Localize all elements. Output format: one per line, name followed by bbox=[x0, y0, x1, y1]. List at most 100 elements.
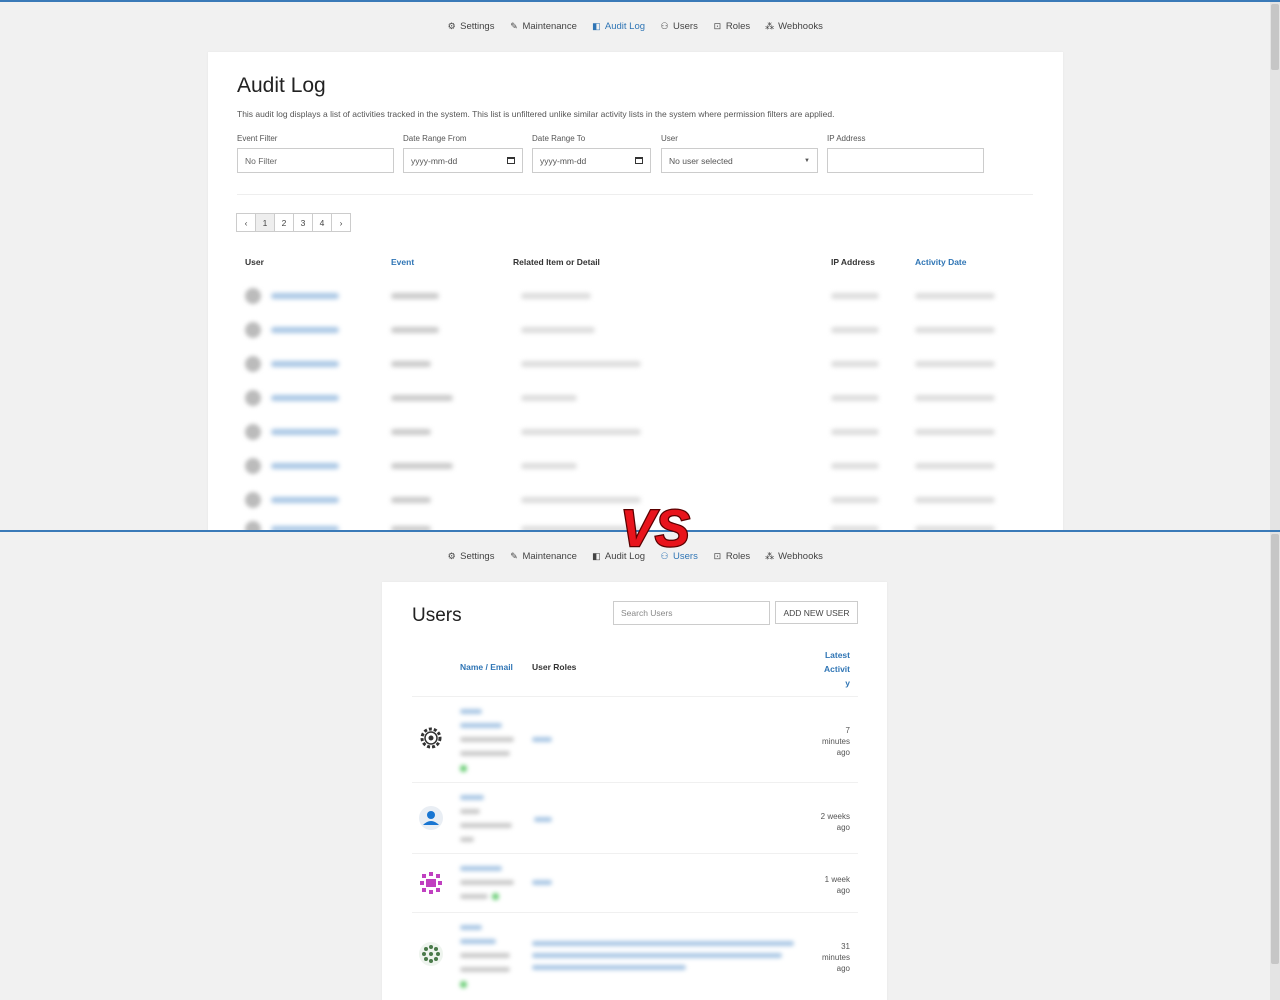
caret-down-icon: ▼ bbox=[804, 157, 810, 164]
users-scrollbar[interactable] bbox=[1270, 532, 1280, 1000]
user-row: 7 minutes ago bbox=[412, 696, 858, 782]
online-indicator bbox=[492, 893, 499, 900]
redacted-name[interactable] bbox=[460, 795, 484, 800]
book-icon: ◧ bbox=[592, 551, 601, 561]
page-title: Users bbox=[412, 605, 462, 626]
redacted-ip bbox=[831, 429, 879, 435]
redacted-detail bbox=[521, 395, 577, 401]
date-from-input[interactable]: yyyy-mm-dd bbox=[403, 148, 523, 173]
search-users-input[interactable]: Search Users bbox=[613, 601, 770, 625]
redacted-email bbox=[460, 809, 480, 814]
redacted-roles[interactable] bbox=[532, 965, 686, 970]
users-scrollbar-thumb[interactable] bbox=[1271, 534, 1279, 964]
pager-next[interactable]: › bbox=[331, 213, 351, 232]
redacted-detail bbox=[521, 327, 595, 333]
avatar bbox=[245, 492, 261, 508]
pagination: ‹ 1 2 3 4 › bbox=[236, 213, 351, 232]
redacted-user-link[interactable] bbox=[271, 497, 339, 503]
lock-icon: ⊡ bbox=[713, 21, 722, 31]
redacted-user-link[interactable] bbox=[271, 395, 339, 401]
redacted-email bbox=[460, 880, 514, 885]
ip-address-input[interactable] bbox=[827, 148, 984, 173]
nav-audit-log[interactable]: ◧ Audit Log bbox=[592, 21, 645, 32]
latest-activity: 31 minutes ago bbox=[821, 942, 850, 973]
nav-roles[interactable]: ⊡ Roles bbox=[713, 21, 751, 32]
redacted-event bbox=[391, 293, 439, 299]
pager-prev[interactable]: ‹ bbox=[236, 213, 256, 232]
add-new-user-button[interactable]: ADD NEW USER bbox=[775, 601, 858, 624]
user-select[interactable]: No user selected ▼ bbox=[661, 148, 818, 173]
redacted-role[interactable] bbox=[532, 880, 552, 885]
nav-roles[interactable]: ⊡ Roles bbox=[713, 551, 751, 562]
redacted-name[interactable] bbox=[460, 939, 496, 944]
ip-filter: IP Address bbox=[827, 134, 984, 173]
redacted-date bbox=[915, 497, 995, 503]
col-detail: Related Item or Detail bbox=[513, 257, 600, 267]
nav-maintenance[interactable]: ✎ Maintenance bbox=[509, 551, 577, 562]
redacted-email bbox=[460, 751, 510, 756]
redacted-email bbox=[460, 953, 510, 958]
redacted-ip bbox=[831, 361, 879, 367]
date-to-input[interactable]: yyyy-mm-dd bbox=[532, 148, 651, 173]
redacted-user-link[interactable] bbox=[271, 463, 339, 469]
redacted-user-link[interactable] bbox=[271, 429, 339, 435]
vs-badge: VS bbox=[619, 499, 691, 556]
latest-activity: 7 minutes ago bbox=[821, 726, 850, 757]
gear-avatar-icon bbox=[418, 725, 444, 751]
nav-webhooks[interactable]: ⁂ Webhooks bbox=[765, 551, 823, 562]
col-event[interactable]: Event bbox=[391, 257, 414, 267]
webhook-icon: ⁂ bbox=[765, 551, 775, 561]
redacted-user-link[interactable] bbox=[271, 361, 339, 367]
nav-webhooks[interactable]: ⁂ Webhooks bbox=[765, 21, 823, 32]
nav-settings[interactable]: ⚙ Settings bbox=[447, 551, 495, 562]
nav-settings[interactable]: ⚙ Settings bbox=[447, 21, 495, 32]
event-filter-input[interactable]: No Filter bbox=[237, 148, 394, 173]
avatar bbox=[245, 356, 261, 372]
date-from-filter: Date Range From yyyy-mm-dd bbox=[403, 134, 523, 173]
redacted-roles[interactable] bbox=[532, 953, 782, 958]
user-row: 31 minutes ago bbox=[412, 912, 858, 997]
audit-scrollbar[interactable] bbox=[1270, 2, 1280, 530]
top-nav-bar: ⚙ Settings ✎ Maintenance ◧ Audit Log ⚇ Users… bbox=[0, 21, 1270, 32]
pager-page-1[interactable]: 1 bbox=[255, 213, 275, 232]
avatar bbox=[245, 288, 261, 304]
pager-page-2[interactable]: 2 bbox=[274, 213, 294, 232]
nav-users[interactable]: ⚇ Users bbox=[660, 21, 697, 32]
table-row bbox=[237, 388, 1027, 408]
online-indicator bbox=[460, 765, 467, 772]
col-activity-date[interactable]: Activity Date bbox=[915, 257, 967, 267]
col-user-roles: User Roles bbox=[532, 662, 577, 672]
date-from-label: Date Range From bbox=[403, 134, 467, 143]
users-card: Users Search Users ADD NEW USER Name / E… bbox=[382, 582, 887, 1000]
pager-page-3[interactable]: 3 bbox=[293, 213, 313, 232]
redacted-email bbox=[460, 967, 510, 972]
user-row: 1 week ago bbox=[412, 853, 858, 912]
redacted-ip bbox=[831, 327, 879, 333]
gear-icon: ⚙ bbox=[447, 21, 456, 31]
col-latest-activity[interactable]: Latest Activit y bbox=[824, 648, 850, 690]
redacted-name[interactable] bbox=[460, 723, 502, 728]
redacted-role[interactable] bbox=[532, 737, 552, 742]
divider bbox=[237, 194, 1033, 195]
col-name-email[interactable]: Name / Email bbox=[460, 662, 513, 672]
table-row bbox=[237, 320, 1027, 340]
table-row bbox=[237, 354, 1027, 374]
redacted-user-link[interactable] bbox=[271, 327, 339, 333]
date-to-label: Date Range To bbox=[532, 134, 586, 143]
redacted-user-link[interactable] bbox=[271, 293, 339, 299]
ip-filter-label: IP Address bbox=[827, 134, 866, 143]
redacted-ip bbox=[831, 497, 879, 503]
redacted-email bbox=[460, 837, 474, 842]
nav-maintenance[interactable]: ✎ Maintenance bbox=[509, 21, 577, 32]
event-filter-label: Event Filter bbox=[237, 134, 278, 143]
calendar-icon[interactable] bbox=[507, 157, 515, 164]
calendar-icon[interactable] bbox=[635, 157, 643, 164]
redacted-name[interactable] bbox=[460, 866, 502, 871]
redacted-event bbox=[391, 327, 439, 333]
audit-scrollbar-thumb[interactable] bbox=[1271, 4, 1279, 70]
pager-page-4[interactable]: 4 bbox=[312, 213, 332, 232]
redacted-roles[interactable] bbox=[532, 941, 794, 946]
redacted-name[interactable] bbox=[460, 925, 482, 930]
redacted-name[interactable] bbox=[460, 709, 482, 714]
redacted-role[interactable] bbox=[534, 817, 552, 822]
